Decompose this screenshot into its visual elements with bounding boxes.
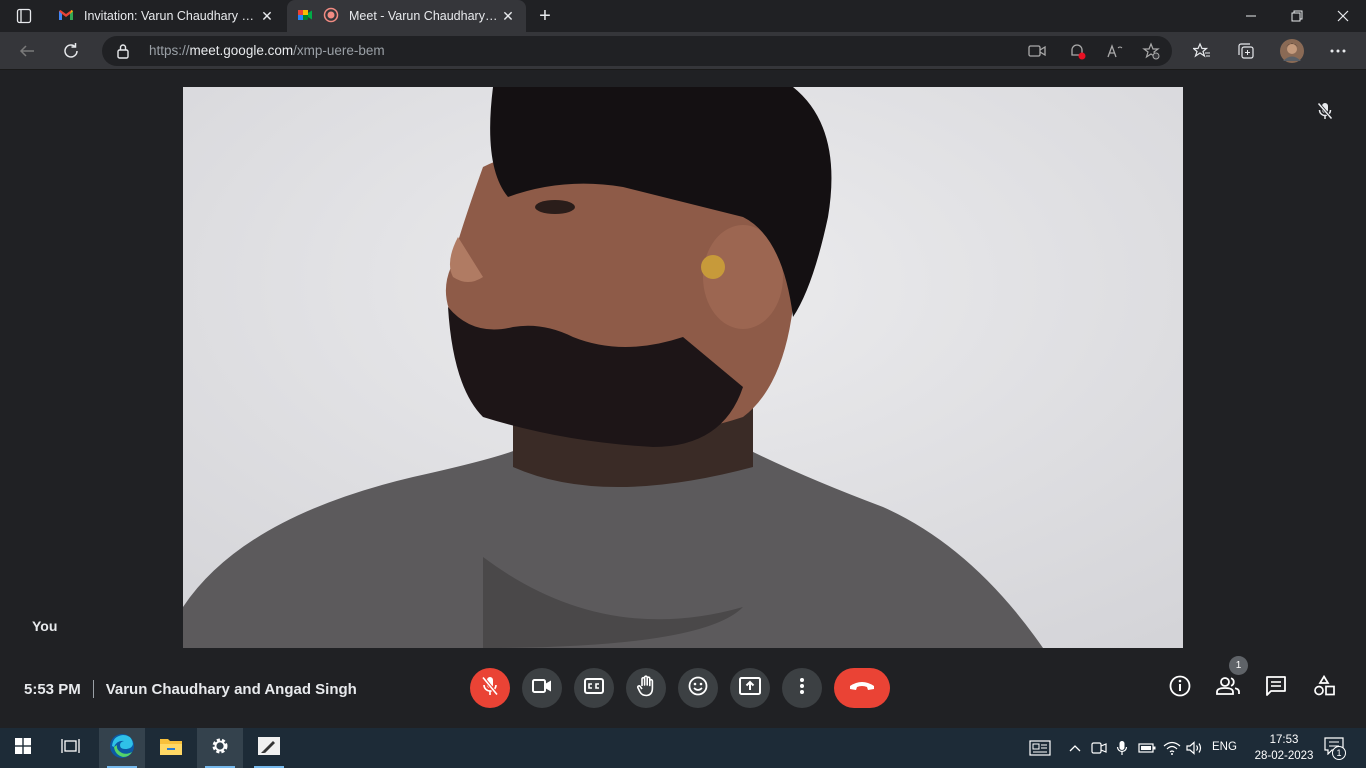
hand-icon (636, 674, 656, 702)
minimize-button[interactable] (1228, 0, 1274, 32)
microphone-off-button[interactable] (470, 668, 510, 708)
browser-tab-bar: Invitation: Varun Chaudhary and ✕ Meet -… (0, 0, 1366, 32)
settings-more-icon[interactable] (1325, 38, 1351, 64)
news-widget-icon[interactable] (1028, 738, 1052, 758)
camera-image (183, 87, 1183, 648)
tab-actions-icon[interactable] (10, 6, 38, 26)
meet-stage: You 5:53 PM Varun Chaudhary and Angad Si… (0, 70, 1366, 728)
divider (92, 680, 94, 698)
battery-icon[interactable] (1137, 738, 1157, 758)
closed-captions-icon (584, 677, 604, 699)
volume-icon[interactable] (1185, 738, 1205, 758)
gmail-icon (58, 9, 74, 24)
collections-icon[interactable] (1233, 38, 1259, 64)
captions-button[interactable] (574, 668, 614, 708)
url-text: https://meet.google.com/xmp-uere-bem (149, 43, 385, 58)
muted-mic-indicator-icon (1314, 100, 1336, 122)
mic-off-icon (481, 675, 499, 701)
settings-gear-icon (210, 736, 230, 761)
windows-logo-icon (15, 737, 31, 759)
shapes-icon (1313, 674, 1335, 702)
back-arrow-icon[interactable] (14, 38, 40, 64)
clock-date: 28-02-2023 (1254, 750, 1314, 762)
emoji-icon (688, 676, 708, 701)
more-vert-icon (800, 677, 804, 699)
present-screen-button[interactable] (730, 668, 770, 708)
camera-button[interactable] (522, 668, 562, 708)
tab-close-icon[interactable]: ✕ (500, 8, 516, 24)
address-bar[interactable]: https://meet.google.com/xmp-uere-bem (102, 36, 1172, 66)
taskbar-file-explorer[interactable] (148, 728, 194, 768)
videocam-icon (532, 678, 552, 698)
lock-icon[interactable] (116, 43, 130, 64)
self-name-label: You (32, 618, 58, 634)
task-view-button[interactable] (48, 728, 94, 768)
more-options-button[interactable] (782, 668, 822, 708)
taskbar-settings[interactable] (197, 728, 243, 768)
meeting-title: Varun Chaudhary and Angad Singh (105, 680, 357, 698)
chat-icon (1265, 675, 1287, 702)
favorites-icon[interactable] (1189, 38, 1215, 64)
clock-time: 17:53 (1269, 734, 1299, 746)
meeting-info: 5:53 PM Varun Chaudhary and Angad Singh (24, 679, 357, 699)
profile-avatar[interactable] (1279, 38, 1305, 64)
people-icon (1215, 676, 1241, 701)
leave-call-button[interactable] (834, 668, 890, 708)
tab-close-icon[interactable]: ✕ (259, 8, 275, 24)
reactions-button[interactable] (678, 668, 718, 708)
info-icon (1169, 675, 1191, 702)
snip-sketch-icon (257, 736, 281, 761)
call-end-icon (849, 679, 875, 697)
tab-google-meet[interactable]: Meet - Varun Chaudhary and ✕ (287, 0, 526, 32)
folder-icon (159, 736, 183, 761)
participants-count-badge: 1 (1229, 656, 1248, 675)
microphone-tray-icon[interactable] (1112, 738, 1132, 758)
tab-title: Invitation: Varun Chaudhary and (84, 9, 259, 23)
taskbar-snip-sketch[interactable] (246, 728, 292, 768)
meeting-time: 5:53 PM (24, 680, 81, 698)
new-tab-button[interactable]: + (534, 5, 556, 27)
windows-start-button[interactable] (0, 728, 46, 768)
windows-taskbar: ENG 17:53 28-02-2023 1 (0, 728, 1366, 768)
camera-in-use-icon[interactable] (1024, 38, 1050, 64)
google-meet-icon (297, 8, 313, 25)
system-clock[interactable]: 17:53 28-02-2023 (1246, 732, 1322, 764)
raise-hand-button[interactable] (626, 668, 666, 708)
present-to-all-icon (739, 676, 761, 700)
wifi-icon[interactable] (1162, 738, 1182, 758)
chat-button[interactable] (1262, 674, 1290, 702)
show-hidden-icons-icon[interactable] (1065, 738, 1085, 758)
people-button[interactable] (1214, 674, 1242, 702)
browser-toolbar: https://meet.google.com/xmp-uere-bem (0, 32, 1366, 70)
taskbar-edge[interactable] (99, 728, 145, 768)
task-view-icon (61, 738, 81, 759)
tab-title: Meet - Varun Chaudhary and (349, 9, 500, 23)
reload-icon[interactable] (58, 38, 84, 64)
notifications-blocked-icon[interactable] (1064, 38, 1090, 64)
add-favorite-icon[interactable] (1138, 38, 1164, 64)
self-video-feed (183, 87, 1183, 648)
tab-gmail-invitation[interactable]: Invitation: Varun Chaudhary and ✕ (48, 0, 285, 32)
recording-indicator-icon (323, 7, 339, 26)
restore-button[interactable] (1274, 0, 1320, 32)
close-window-button[interactable] (1320, 0, 1366, 32)
meeting-details-button[interactable] (1166, 674, 1194, 702)
notification-count-badge: 1 (1332, 746, 1346, 760)
edge-icon (109, 733, 135, 764)
language-indicator[interactable]: ENG (1212, 741, 1237, 753)
read-aloud-icon[interactable] (1102, 38, 1128, 64)
activities-button[interactable] (1310, 674, 1338, 702)
camera-tray-icon[interactable] (1089, 738, 1109, 758)
notification-center-button[interactable]: 1 (1322, 736, 1346, 760)
